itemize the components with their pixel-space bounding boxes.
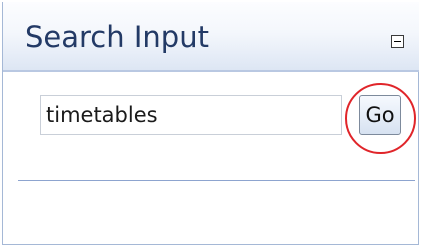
divider bbox=[18, 180, 415, 181]
go-button[interactable]: Go bbox=[359, 95, 401, 135]
collapse-icon[interactable] bbox=[391, 35, 404, 48]
panel-title: Search Input bbox=[25, 20, 209, 54]
panel-header: Search Input bbox=[3, 2, 419, 72]
search-input[interactable] bbox=[40, 95, 342, 135]
